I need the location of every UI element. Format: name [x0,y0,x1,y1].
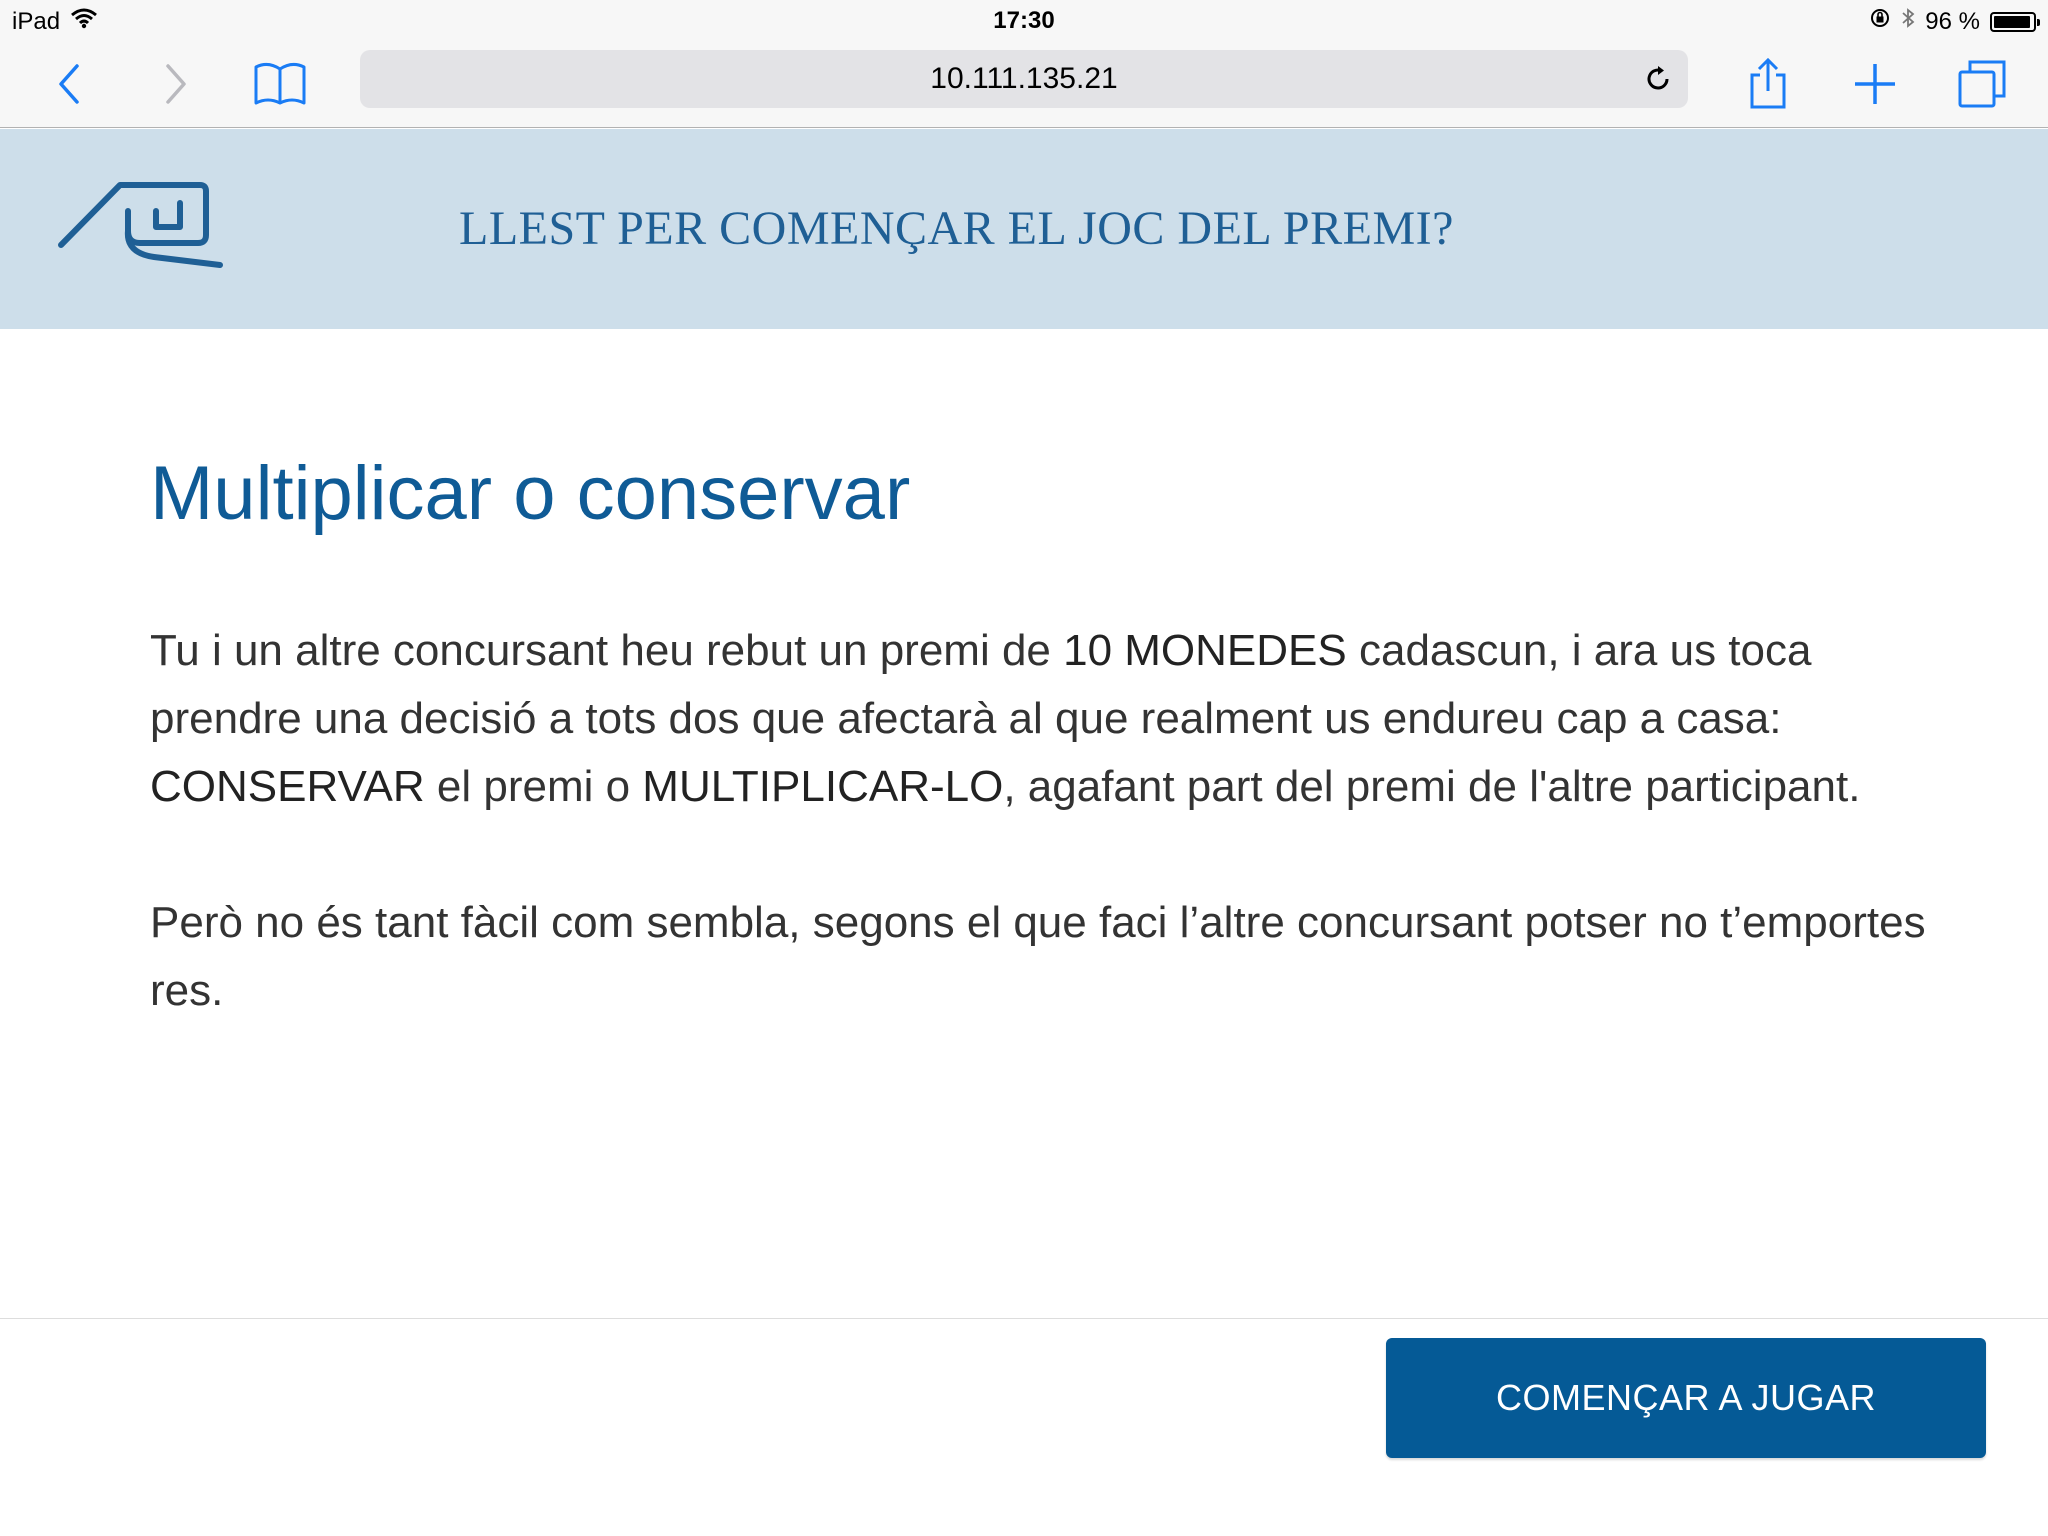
orientation-lock-icon [1869,7,1891,36]
main-content: Multiplicar o conservar Tu i un altre co… [150,450,1950,1025]
reload-icon[interactable] [1638,59,1678,99]
warning-paragraph: Però no és tant fàcil com sembla, segons… [150,898,1926,1016]
tabs-icon[interactable] [1952,54,2012,114]
status-time: 17:30 [993,7,1055,34]
multiply-option: MULTIPLICAR-LO [642,762,1004,812]
browser-toolbar: 10.111.135.21 [0,42,2048,128]
page-header: LLEST PER COMENÇAR EL JOC DEL PREMI? [0,129,2048,329]
bluetooth-icon [1901,7,1915,36]
battery-fill [1994,15,2031,28]
header-title: LLEST PER COMENÇAR EL JOC DEL PREMI? [459,202,1454,255]
main-heading: Multiplicar o conservar [150,451,911,536]
logo-icon [56,173,226,284]
keep-option: CONSERVAR [150,762,425,812]
intro-text-1: Tu i un altre concursant heu rebut un pr… [150,626,1064,676]
new-tab-icon[interactable] [1845,54,1905,114]
battery-icon [1990,11,2040,32]
coins-amount: 10 MONEDES [1063,626,1347,676]
share-icon[interactable] [1738,54,1798,114]
intro-text-4: , agafant part del premi de l'altre part… [1003,762,1861,812]
footer-divider [0,1318,2048,1319]
intro-paragraph: Tu i un altre concursant heu rebut un pr… [150,617,1950,821]
status-bar: iPad 17:30 96 % [0,0,2048,42]
bookmarks-icon[interactable] [250,54,310,114]
forward-icon[interactable] [145,54,205,114]
status-right: 96 % [1869,7,2040,36]
battery-percent: 96 % [1925,7,1980,35]
intro-text-3: el premi o [424,762,643,812]
address-bar[interactable]: 10.111.135.21 [360,50,1688,108]
start-game-button[interactable]: COMENÇAR A JUGAR [1386,1338,1986,1458]
url-text: 10.111.135.21 [930,62,1118,95]
back-icon[interactable] [40,54,100,114]
